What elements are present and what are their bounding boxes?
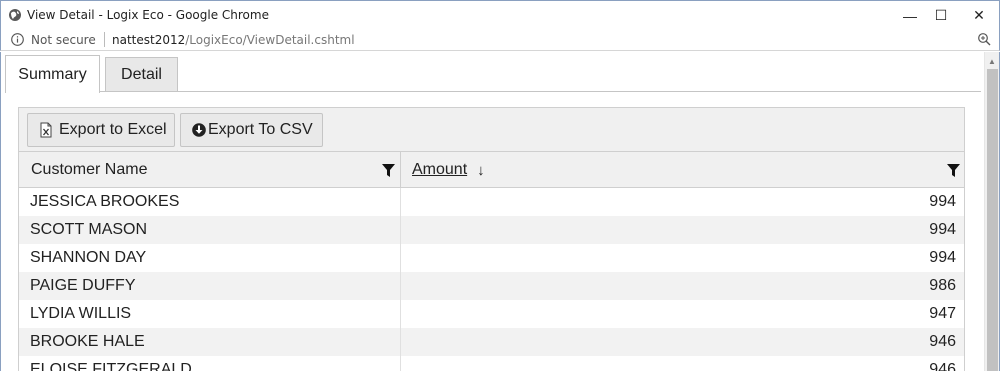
address-separator: [104, 32, 105, 47]
grid-header: Customer Name Amount ↓: [19, 152, 964, 188]
tab-detail[interactable]: Detail: [105, 57, 178, 92]
zoom-icon[interactable]: [977, 32, 992, 47]
globe-icon: [9, 9, 21, 21]
table-row[interactable]: JESSICA BROOKES 994: [19, 188, 964, 216]
tab-summary[interactable]: Summary: [5, 55, 100, 93]
table-row[interactable]: LYDIA WILLIS 947: [19, 300, 964, 328]
column-header-label: Amount: [412, 161, 468, 178]
excel-icon: [40, 122, 52, 138]
table-row[interactable]: SCOTT MASON 994: [19, 216, 964, 244]
filter-icon[interactable]: [382, 164, 395, 177]
page-content: Summary Detail Export to Excel Export To…: [0, 52, 984, 371]
info-icon[interactable]: [11, 33, 24, 46]
table-row[interactable]: BROOKE HALE 946: [19, 328, 964, 356]
url-field[interactable]: nattest2012/LogixEco/ViewDetail.cshtml: [112, 33, 355, 47]
amount-cell: 994: [929, 249, 956, 266]
security-label[interactable]: Not secure: [31, 33, 96, 47]
column-header-label: Customer Name: [31, 161, 148, 178]
scroll-up-icon[interactable]: ▲: [988, 57, 996, 66]
customer-name-cell: BROOKE HALE: [19, 328, 401, 356]
export-csv-button[interactable]: Export To CSV: [180, 113, 323, 147]
data-grid: Export to Excel Export To CSV Customer N…: [18, 107, 965, 371]
customer-name-cell: ELOISE FITZGERALD: [19, 356, 401, 371]
amount-cell: 986: [929, 277, 956, 294]
amount-cell: 946: [929, 333, 956, 350]
export-excel-label: Export to Excel: [59, 121, 167, 138]
customer-name-cell: SHANNON DAY: [19, 244, 401, 272]
window-title: View Detail - Logix Eco - Google Chrome: [27, 8, 269, 22]
amount-cell: 994: [929, 221, 956, 238]
export-excel-button[interactable]: Export to Excel: [27, 113, 175, 147]
column-header-amount[interactable]: Amount ↓: [401, 152, 964, 188]
grid-toolbar: Export to Excel Export To CSV: [19, 108, 964, 152]
close-button[interactable]: ✕: [956, 1, 1000, 30]
grid-body: JESSICA BROOKES 994 SCOTT MASON 994 SHAN…: [19, 188, 964, 371]
amount-cell: 946: [929, 361, 956, 371]
customer-name-cell: JESSICA BROOKES: [19, 188, 401, 216]
customer-name-cell: SCOTT MASON: [19, 216, 401, 244]
customer-name-cell: LYDIA WILLIS: [19, 300, 401, 328]
scrollbar-thumb[interactable]: [987, 69, 998, 371]
filter-icon[interactable]: [947, 164, 960, 177]
column-header-customer-name[interactable]: Customer Name: [19, 152, 401, 188]
customer-name-cell: PAIGE DUFFY: [19, 272, 401, 300]
sort-descending-icon: ↓: [477, 161, 485, 179]
export-csv-label: Export To CSV: [208, 121, 313, 138]
url-path: /LogixEco/ViewDetail.cshtml: [185, 33, 355, 47]
vertical-scrollbar[interactable]: ▲: [984, 52, 1000, 371]
amount-cell: 947: [929, 305, 956, 322]
url-host: nattest2012: [112, 33, 186, 47]
window-title-bar: View Detail - Logix Eco - Google Chrome …: [0, 0, 1000, 29]
table-row[interactable]: PAIGE DUFFY 986: [19, 272, 964, 300]
table-row[interactable]: SHANNON DAY 994: [19, 244, 964, 272]
amount-cell: 994: [929, 193, 956, 210]
download-icon: [192, 123, 206, 137]
tab-divider: [5, 91, 981, 92]
table-row[interactable]: ELOISE FITZGERALD 946: [19, 356, 964, 371]
address-bar: Not secure nattest2012/LogixEco/ViewDeta…: [0, 29, 1000, 51]
